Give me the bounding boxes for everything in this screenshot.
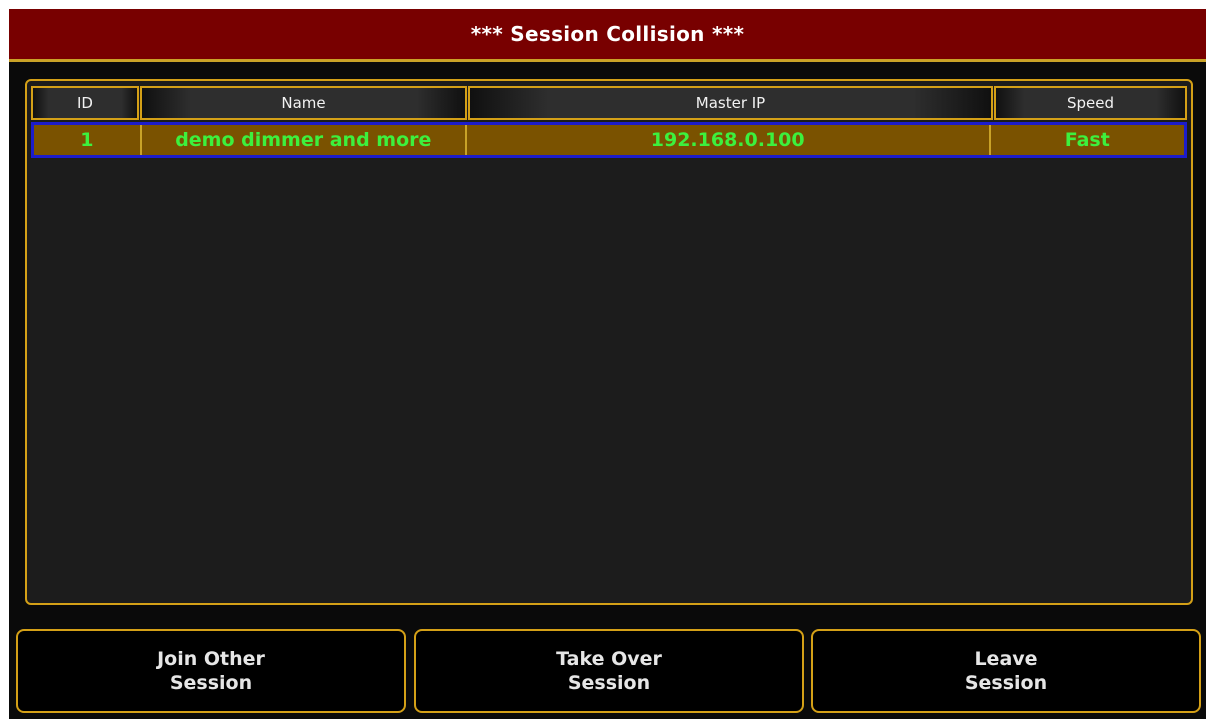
button-label-line1: Join Other <box>157 648 265 670</box>
cell-id: 1 <box>34 125 142 155</box>
button-label-line2: Session <box>964 672 1048 694</box>
take-over-session-button[interactable]: Take Over Session <box>414 629 804 713</box>
column-header-speed[interactable]: Speed <box>994 86 1187 120</box>
session-collision-dialog: *** Session Collision *** ID Name Master… <box>9 9 1206 719</box>
dialog-title: *** Session Collision *** <box>9 9 1206 62</box>
column-header-name[interactable]: Name <box>140 86 467 120</box>
cell-master-ip: 192.168.0.100 <box>467 125 991 155</box>
action-buttons: Join Other Session Take Over Session Lea… <box>16 629 1203 715</box>
cell-name: demo dimmer and more <box>142 125 467 155</box>
button-label-line1: Take Over <box>556 648 662 670</box>
table-header: ID Name Master IP Speed <box>31 86 1187 120</box>
table-row[interactable]: 1 demo dimmer and more 192.168.0.100 Fas… <box>31 122 1187 158</box>
leave-session-button[interactable]: Leave Session <box>811 629 1201 713</box>
cell-speed: Fast <box>1064 129 1110 151</box>
button-label-line2: Session <box>567 672 651 694</box>
session-list-panel: ID Name Master IP Speed 1 demo dimmer an… <box>25 79 1193 605</box>
session-table-body: 1 demo dimmer and more 192.168.0.100 Fas… <box>31 122 1187 158</box>
button-label-line2: Session <box>169 672 253 694</box>
column-header-id[interactable]: ID <box>31 86 139 120</box>
button-label-line1: Leave <box>974 648 1038 670</box>
column-header-master-ip[interactable]: Master IP <box>468 86 993 120</box>
join-other-session-button[interactable]: Join Other Session <box>16 629 406 713</box>
